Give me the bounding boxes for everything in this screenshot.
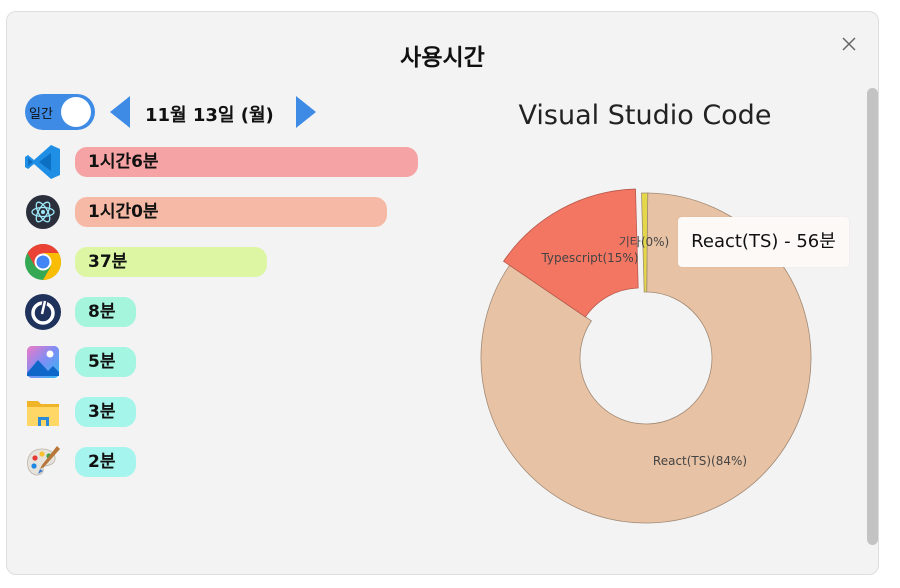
usage-bar[interactable]: 2분 <box>75 447 136 477</box>
usage-duration: 2분 <box>88 452 116 472</box>
usage-duration: 5분 <box>88 352 116 372</box>
usage-duration: 37분 <box>88 252 128 272</box>
usage-bar[interactable]: 1시간0분 <box>75 197 387 227</box>
modal-title: 사용시간 <box>400 45 485 71</box>
usage-bar[interactable]: 5분 <box>75 347 136 377</box>
mattermost-icon <box>25 294 61 330</box>
donut-label: 기타(0%) <box>619 235 669 249</box>
date-label: 11월 13일 (월) <box>145 105 274 126</box>
vscode-icon <box>25 145 60 179</box>
next-day-icon[interactable] <box>294 95 318 129</box>
chrome-icon <box>25 244 62 280</box>
usage-bar[interactable]: 1시간6분 <box>75 147 418 177</box>
donut-label: Typescript(15%) <box>540 251 638 265</box>
usage-bar[interactable]: 8분 <box>75 297 136 327</box>
toggle-label: 일간 <box>29 107 53 122</box>
usage-duration: 8분 <box>88 302 116 322</box>
donut-label: React(TS)(84%) <box>653 454 747 468</box>
paint-icon <box>27 446 60 476</box>
prev-day-icon[interactable] <box>108 95 132 129</box>
photos-icon <box>27 346 59 378</box>
scrollbar-thumb[interactable] <box>867 88 878 545</box>
usage-bar[interactable]: 3분 <box>75 397 136 427</box>
usage-duration: 1시간0분 <box>88 202 159 222</box>
chart-title: Visual Studio Code <box>518 100 772 131</box>
close-icon[interactable] <box>840 35 858 53</box>
electron-icon <box>26 195 60 229</box>
file-explorer-icon <box>27 401 59 426</box>
toggle-knob <box>61 97 91 127</box>
usage-duration: 3분 <box>88 402 116 422</box>
daily-toggle[interactable]: 일간 <box>25 94 95 130</box>
usage-duration: 1시간6분 <box>88 152 159 172</box>
usage-bar[interactable]: 37분 <box>75 247 267 277</box>
chart-tooltip: React(TS) - 56분 <box>678 217 849 267</box>
